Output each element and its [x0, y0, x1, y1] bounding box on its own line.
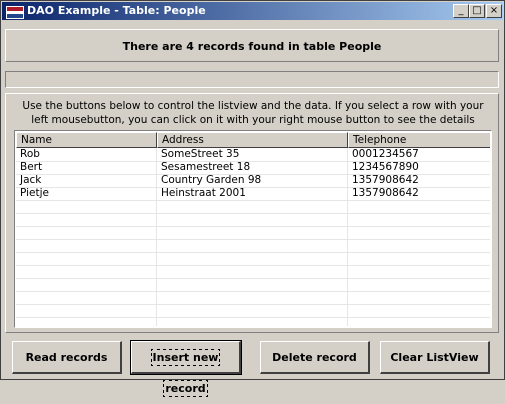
table-row[interactable]: Bert Sesamestreet 18 1234567890 [16, 161, 490, 174]
column-header-name[interactable]: Name [16, 132, 157, 148]
cell-address: Heinstraat 2001 [161, 187, 246, 199]
listview-header: Name Address Telephone [16, 132, 490, 148]
grid-line [16, 252, 490, 253]
cell-name: Rob [20, 148, 40, 160]
maximize-icon: □ [472, 5, 482, 16]
title-bar[interactable]: DAO Example - Table: People _ □ × [2, 2, 503, 20]
insert-new-record-button[interactable]: Insert new record [130, 340, 242, 397]
read-records-label: Read records [25, 351, 108, 364]
maximize-button[interactable]: □ [469, 4, 485, 18]
cell-name: Bert [20, 161, 43, 173]
people-listview[interactable]: Name Address Telephone Rob SomeStreet 35… [14, 130, 492, 328]
table-row[interactable]: Jack Country Garden 98 1357908642 [16, 174, 490, 187]
listview-group: Use the buttons below to control the lis… [5, 93, 499, 333]
status-panel: There are 4 records found in table Peopl… [5, 29, 499, 62]
grid-line [16, 304, 490, 305]
cell-name: Jack [20, 174, 42, 186]
column-header-address[interactable]: Address [157, 132, 348, 148]
grid-line [16, 200, 490, 201]
cell-address: Sesamestreet 18 [161, 161, 251, 173]
table-row[interactable]: Pietje Heinstraat 2001 1357908642 [16, 187, 490, 200]
dutch-flag-icon [6, 6, 24, 19]
record-count-label: There are 4 records found in table Peopl… [122, 40, 382, 53]
grid-line [16, 226, 490, 227]
grid-line [16, 213, 490, 214]
listview-body: Name Address Telephone Rob SomeStreet 35… [16, 132, 490, 326]
grid-line [16, 239, 490, 240]
grid-line [16, 278, 490, 279]
cell-address: SomeStreet 35 [161, 148, 240, 160]
cell-telephone: 1357908642 [352, 174, 419, 186]
read-records-button[interactable]: Read records [12, 341, 122, 374]
grid-line [16, 317, 490, 318]
grid-line [16, 265, 490, 266]
window-title: DAO Example - Table: People [27, 4, 206, 17]
insert-new-record-label: Insert new record [150, 349, 221, 397]
cell-address: Country Garden 98 [161, 174, 262, 186]
table-row[interactable]: Rob SomeStreet 35 0001234567 [16, 148, 490, 161]
cell-telephone: 1234567890 [352, 161, 419, 173]
minimize-icon: _ [458, 5, 464, 16]
instructions-text: Use the buttons below to control the lis… [22, 100, 484, 126]
delete-record-button[interactable]: Delete record [260, 341, 370, 374]
main-window: DAO Example - Table: People _ □ × There … [0, 0, 505, 397]
cell-telephone: 0001234567 [352, 148, 419, 160]
clear-listview-button[interactable]: Clear ListView [380, 341, 490, 374]
cell-telephone: 1357908642 [352, 187, 419, 199]
column-header-telephone[interactable]: Telephone [348, 132, 490, 148]
grid-line [16, 291, 490, 292]
progress-bar [5, 71, 499, 88]
close-button[interactable]: × [486, 4, 502, 18]
minimize-button[interactable]: _ [453, 4, 469, 18]
cell-name: Pietje [20, 187, 49, 199]
clear-listview-label: Clear ListView [390, 351, 479, 364]
delete-record-label: Delete record [272, 351, 357, 364]
close-icon: × [489, 5, 499, 16]
